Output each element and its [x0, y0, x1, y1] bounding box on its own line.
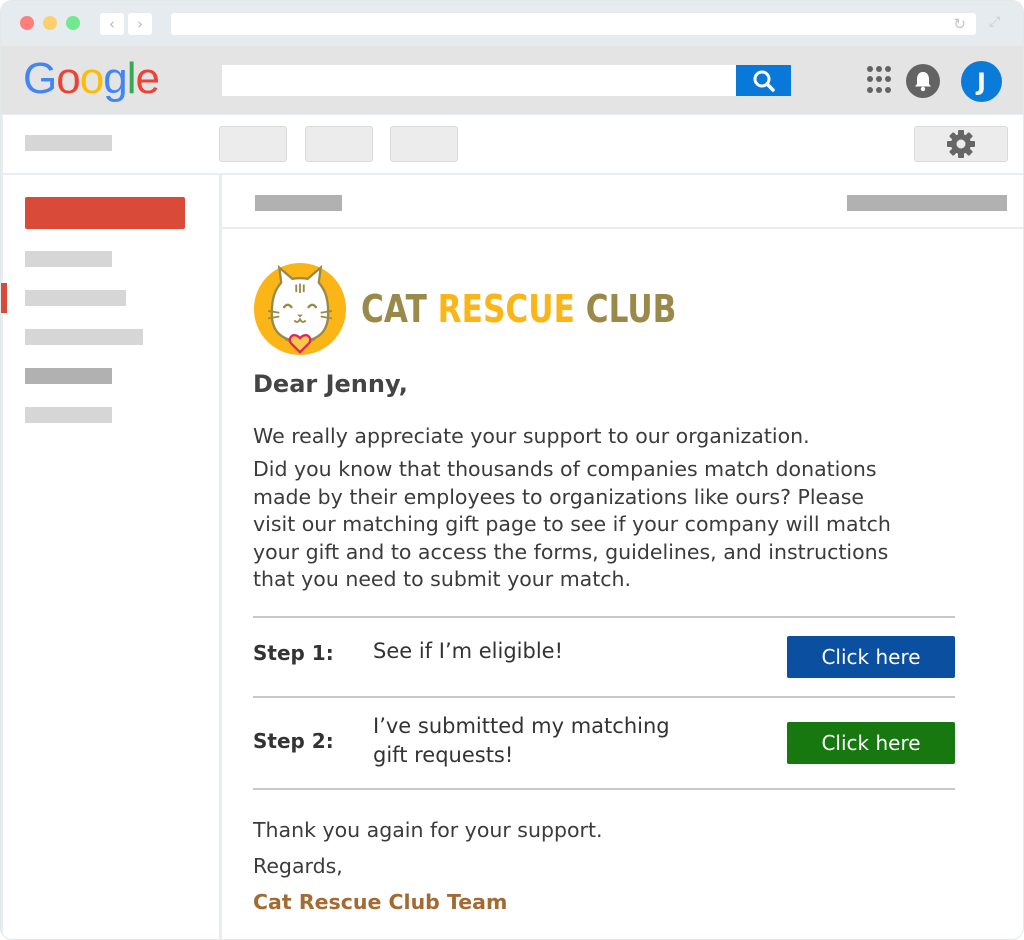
mail-toolbar: [3, 115, 1023, 173]
address-bar[interactable]: ↻: [171, 13, 976, 35]
brand-word: RESCUE: [437, 287, 575, 331]
email-header: [222, 175, 1023, 229]
brand-word: CAT: [361, 287, 427, 331]
browser-titlebar: ‹ › ↻ ⤢: [1, 1, 1023, 46]
avatar[interactable]: J: [961, 61, 1002, 102]
sidebar-item[interactable]: [25, 290, 126, 306]
active-indicator: [1, 283, 7, 313]
step-text-line: I’ve submitted my matching: [373, 714, 670, 738]
sidebar-item[interactable]: [25, 329, 143, 345]
logo-letter: g: [103, 54, 128, 103]
maximize-window-button[interactable]: [66, 16, 80, 30]
sidebar-item[interactable]: [25, 407, 112, 423]
body-line: your gift and to access the forms, guide…: [253, 539, 889, 564]
search-icon: [753, 70, 775, 92]
step-label: Step 2:: [253, 729, 334, 753]
divider: [253, 788, 955, 790]
signature: Cat Rescue Club Team: [253, 890, 508, 914]
minimize-window-button[interactable]: [43, 16, 57, 30]
back-button[interactable]: ‹: [100, 13, 124, 35]
sidebar: [1, 175, 219, 939]
bell-icon: [915, 72, 931, 92]
brand-word: CLUB: [585, 287, 677, 331]
reload-icon[interactable]: ↻: [953, 14, 966, 34]
step-text-line: gift requests!: [373, 743, 514, 767]
gear-icon: [947, 130, 975, 158]
body-line: that you need to submit your match.: [253, 567, 632, 592]
body-line: Did you know that thousands of companies…: [253, 457, 877, 481]
search-input[interactable]: [222, 65, 737, 96]
logo-letter: e: [135, 54, 160, 103]
logo-letter: o: [56, 54, 81, 103]
toolbar-button[interactable]: [219, 126, 287, 162]
toolbar-label-placeholder: [25, 135, 112, 151]
compose-button[interactable]: [25, 197, 185, 229]
google-logo[interactable]: Google: [23, 54, 160, 104]
browser-window: ‹ › ↻ ⤢ Google J CAT RESCUE CLUB Dear Je…: [0, 0, 1024, 940]
body-paragraph: Did you know that thousands of companies…: [253, 456, 891, 594]
close-window-button[interactable]: [20, 16, 34, 30]
regards-text: Regards,: [253, 854, 343, 878]
search-button[interactable]: [736, 65, 791, 96]
step-text: See if I’m eligible!: [373, 639, 564, 663]
google-header: Google J: [1, 46, 1023, 114]
body-line: made by their employees to organizations…: [253, 484, 864, 509]
apps-grid-icon[interactable]: [867, 66, 893, 94]
logo-letter: o: [79, 54, 105, 103]
sidebar-item-selected[interactable]: [25, 368, 112, 384]
email-subject-placeholder: [255, 195, 342, 211]
toolbar-button[interactable]: [390, 126, 458, 162]
settings-button[interactable]: [914, 126, 1008, 162]
fullscreen-icon[interactable]: ⤢: [989, 14, 1000, 30]
forward-button[interactable]: ›: [128, 13, 152, 35]
step-text: I’ve submitted my matching gift requests…: [373, 712, 670, 770]
logo-letter: G: [23, 54, 57, 103]
email-view: CAT RESCUE CLUB Dear Jenny, We really ap…: [222, 175, 1023, 939]
greeting: Dear Jenny,: [253, 370, 408, 398]
cat-logo-icon: [253, 262, 347, 356]
toolbar-button[interactable]: [305, 126, 373, 162]
brand-logo: CAT RESCUE CLUB: [253, 259, 746, 359]
divider: [253, 696, 955, 698]
check-eligibility-button[interactable]: Click here: [787, 636, 955, 678]
divider: [253, 616, 955, 618]
notifications-button[interactable]: [906, 64, 940, 98]
submitted-requests-button[interactable]: Click here: [787, 722, 955, 764]
intro-text: We really appreciate your support to our…: [253, 424, 810, 448]
email-date-placeholder: [847, 195, 1007, 211]
sidebar-item[interactable]: [25, 251, 112, 267]
body-line: visit our matching gift page to see if y…: [253, 512, 891, 537]
step-label: Step 1:: [253, 641, 334, 665]
brand-name: CAT RESCUE CLUB: [361, 287, 676, 331]
closing-text: Thank you again for your support.: [253, 818, 603, 842]
